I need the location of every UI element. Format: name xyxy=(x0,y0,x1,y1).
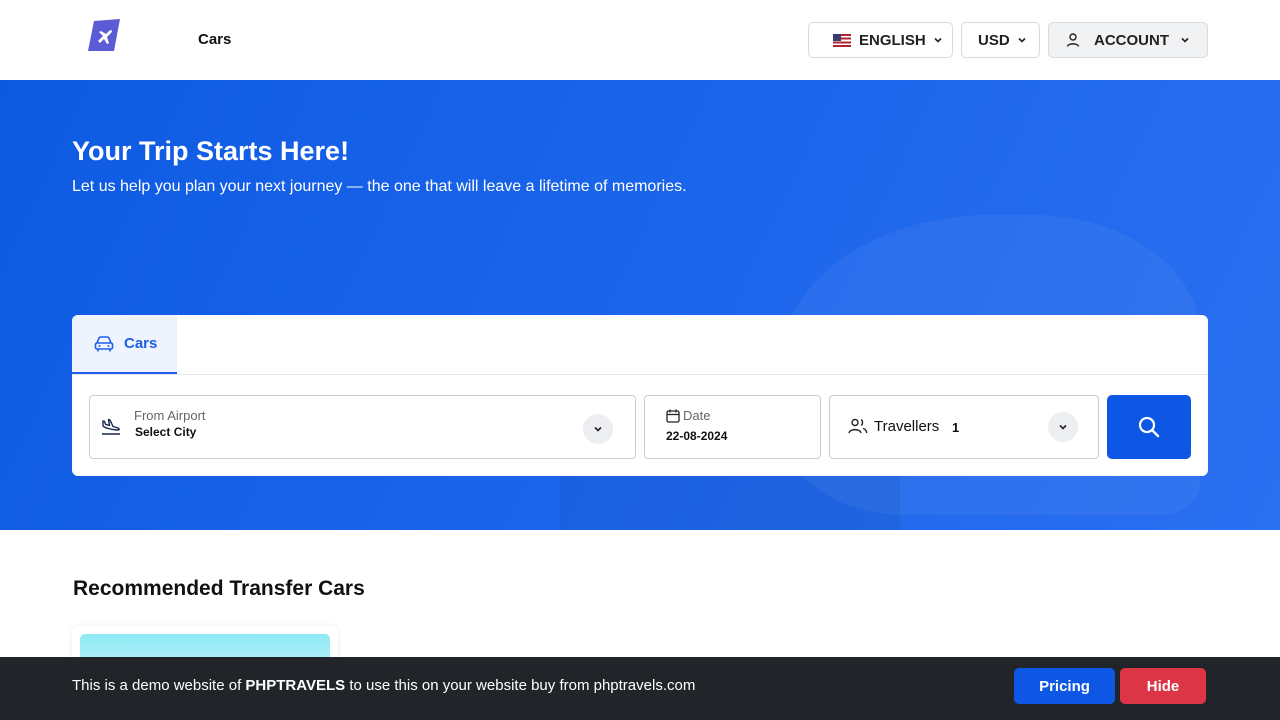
currency-dropdown[interactable]: USD xyxy=(961,22,1040,58)
demo-notice-text-end: to use this on your website buy from php… xyxy=(345,677,696,694)
tab-divider xyxy=(72,374,1208,375)
users-icon xyxy=(848,418,868,434)
plane-landing-icon xyxy=(102,418,120,435)
hero-banner: Your Trip Starts Here! Let us help you p… xyxy=(0,80,1280,530)
travellers-toggle[interactable] xyxy=(1048,412,1078,442)
date-value: 22-08-2024 xyxy=(666,429,728,443)
chevron-down-icon xyxy=(1059,424,1067,430)
date-picker[interactable]: Date 22-08-2024 xyxy=(644,395,821,459)
hero-title: Your Trip Starts Here! xyxy=(72,136,350,166)
from-airport-toggle[interactable] xyxy=(583,414,613,444)
chevron-down-icon xyxy=(1181,37,1189,43)
demo-notice-brand: PHPTRAVELS xyxy=(245,677,346,694)
chevron-down-icon xyxy=(1018,37,1026,43)
travellers-count: 1 xyxy=(952,420,960,435)
search-card: Cars From Airport Select City Date 22-08… xyxy=(72,315,1208,476)
demo-notice-text: This is a demo website of PHPTRAVELS to … xyxy=(72,677,695,694)
search-button[interactable] xyxy=(1107,395,1191,459)
pricing-button[interactable]: Pricing xyxy=(1014,668,1115,704)
flag-us-icon xyxy=(833,33,851,47)
car-icon xyxy=(94,335,114,351)
currency-label: USD xyxy=(978,31,1010,49)
tab-label: Cars xyxy=(124,335,158,352)
from-airport-select[interactable]: From Airport Select City xyxy=(89,395,636,459)
hide-button[interactable]: Hide xyxy=(1120,668,1206,704)
travellers-label: Travellers xyxy=(874,418,940,435)
from-airport-label: From Airport xyxy=(134,408,206,423)
hero-subtitle: Let us help you plan your next journey —… xyxy=(72,178,687,195)
language-dropdown[interactable]: ENGLISH xyxy=(808,22,953,58)
tab-cars[interactable]: Cars xyxy=(72,315,177,374)
user-icon xyxy=(1066,33,1080,47)
section-title: Recommended Transfer Cars xyxy=(73,577,365,600)
calendar-icon xyxy=(666,409,680,423)
top-header: Cars ENGLISH USD ACCOUNT xyxy=(0,0,1280,80)
account-dropdown[interactable]: ACCOUNT xyxy=(1048,22,1208,58)
account-label: ACCOUNT xyxy=(1094,31,1169,49)
demo-notice-text-start: This is a demo website of xyxy=(72,677,246,694)
search-icon xyxy=(1138,416,1160,438)
date-label: Date xyxy=(683,408,711,423)
demo-notice-bar: This is a demo website of PHPTRAVELS to … xyxy=(0,657,1280,720)
chevron-down-icon xyxy=(594,426,602,432)
from-airport-value: Select City xyxy=(135,425,197,439)
nav-link-cars[interactable]: Cars xyxy=(198,31,231,48)
logo-plane-icon[interactable] xyxy=(88,19,120,51)
chevron-down-icon xyxy=(934,37,942,43)
language-label: ENGLISH xyxy=(859,31,926,49)
travellers-select[interactable]: Travellers 1 xyxy=(829,395,1099,459)
